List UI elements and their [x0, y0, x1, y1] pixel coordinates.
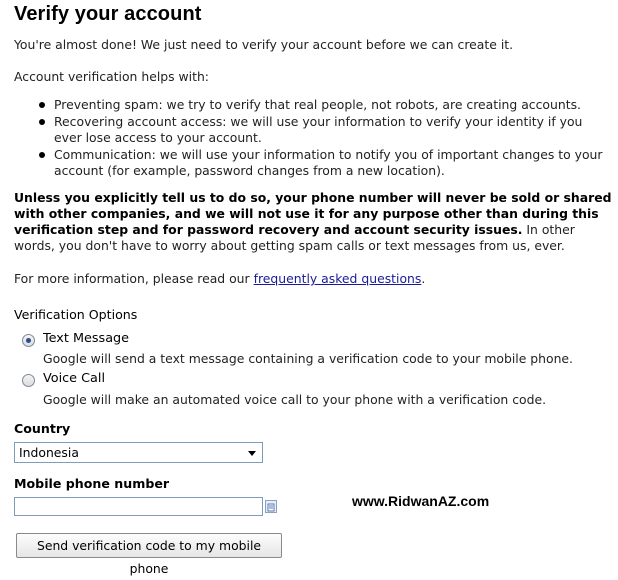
list-item: Recovering account access: we will use y… — [38, 114, 610, 146]
address-book-icon[interactable] — [265, 500, 277, 513]
privacy-notice: Unless you explicitly tell us to do so, … — [14, 190, 614, 254]
faq-link[interactable]: frequently asked questions — [254, 271, 422, 286]
list-item: Communication: we will use your informat… — [38, 147, 610, 179]
more-info-text: For more information, please read our fr… — [14, 271, 425, 287]
voice-call-label[interactable]: Voice Call — [43, 371, 105, 386]
page-title: Verify your account — [14, 3, 202, 25]
phone-label: Mobile phone number — [14, 476, 170, 491]
watermark-text: www.RidwanAZ.com — [352, 493, 490, 509]
verification-options-heading: Verification Options — [14, 307, 138, 322]
country-select[interactable]: Indonesia — [14, 442, 263, 463]
country-selected-value: Indonesia — [19, 445, 79, 460]
text-message-label[interactable]: Text Message — [43, 331, 129, 346]
send-verification-button[interactable]: Send verification code to my mobile phon… — [16, 533, 282, 576]
voice-call-radio[interactable] — [22, 374, 35, 387]
list-item: Preventing spam: we try to verify that r… — [38, 97, 610, 113]
intro-text: You're almost done! We just need to veri… — [14, 37, 514, 52]
phone-input[interactable] — [14, 497, 263, 516]
benefits-list: Preventing spam: we try to verify that r… — [38, 97, 610, 180]
more-info-suffix: . — [421, 271, 426, 286]
helps-heading: Account verification helps with: — [14, 69, 209, 84]
text-message-desc: Google will send a text message containi… — [43, 351, 573, 366]
chevron-down-icon — [248, 451, 256, 456]
text-message-radio[interactable] — [22, 334, 35, 347]
country-label: Country — [14, 421, 71, 436]
voice-call-desc: Google will make an automated voice call… — [43, 392, 547, 407]
more-info-prefix: For more information, please read our — [14, 271, 254, 286]
